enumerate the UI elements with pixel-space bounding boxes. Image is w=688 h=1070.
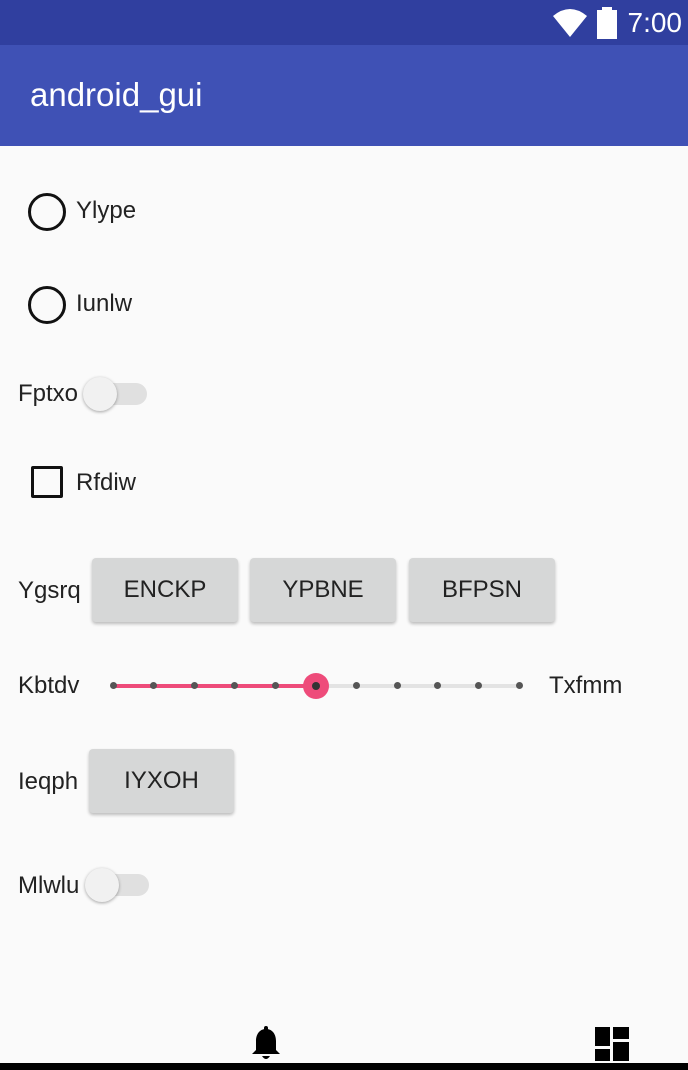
button-row-label-ygsrq: Ygsrq	[18, 577, 81, 604]
app-bar: android_gui	[0, 45, 688, 146]
slider-tick	[515, 682, 523, 689]
bell-icon[interactable]	[250, 1026, 282, 1062]
switch-label-fptxo: Fptxo	[18, 380, 79, 407]
radio-button-ylype[interactable]	[28, 193, 66, 231]
switch-thumb[interactable]	[83, 377, 117, 411]
slider-fill	[113, 684, 316, 688]
switch-label-mlwlu: Mlwlu	[18, 872, 80, 899]
slider-thumb-center	[312, 682, 320, 690]
radio-button-iunlw[interactable]	[28, 286, 66, 324]
enckp-button[interactable]: ENCKP	[92, 558, 238, 622]
dashboard-icon[interactable]	[595, 1027, 629, 1061]
status-time: 7:00	[627, 7, 683, 38]
button-row-label-ieqph: Ieqph	[18, 768, 79, 795]
bfpsn-button[interactable]: BFPSN	[409, 558, 555, 622]
app-title: android_gui	[30, 76, 203, 113]
navigation-bar-edge	[0, 1063, 688, 1070]
switch-thumb[interactable]	[85, 868, 119, 902]
slider-max-label: Txfmm	[549, 672, 623, 699]
slider-tick	[190, 682, 198, 689]
status-bar: 7:00	[0, 0, 688, 45]
checkbox-label-rfdiw[interactable]: Rfdiw	[76, 469, 136, 497]
battery-icon	[597, 7, 617, 39]
ypbne-button[interactable]: YPBNE	[250, 558, 396, 622]
slider-tick	[271, 682, 279, 689]
radio-label-iunlw[interactable]: Iunlw	[76, 290, 132, 318]
radio-label-ylype[interactable]: Ylype	[76, 197, 136, 225]
slider-tick	[393, 682, 401, 689]
checkbox-rfdiw[interactable]	[31, 466, 63, 498]
wifi-icon	[553, 9, 587, 37]
slider-min-label: Kbtdv	[18, 672, 80, 699]
iyxoh-button[interactable]: IYXOH	[89, 749, 234, 813]
slider-tick	[109, 682, 117, 689]
slider-tick	[474, 682, 482, 689]
